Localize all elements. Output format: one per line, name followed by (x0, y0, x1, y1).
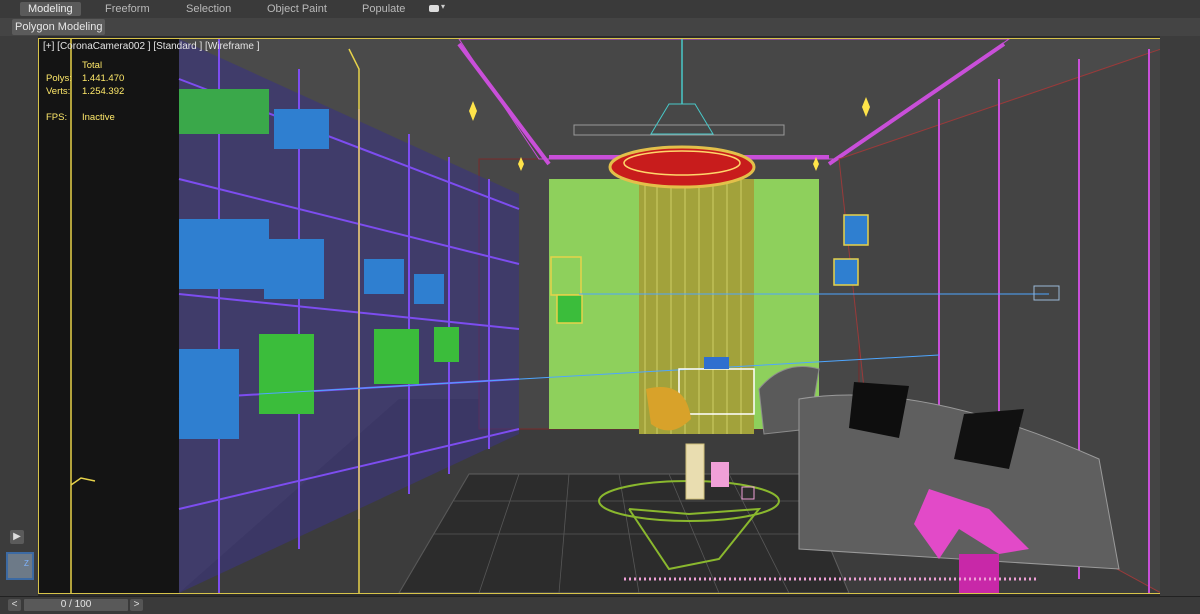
time-prev-button[interactable]: < (8, 599, 21, 611)
play-button[interactable]: ▶ (10, 530, 24, 544)
wireframe-scene (39, 39, 1161, 593)
polys-value: 1.441.470 (82, 73, 125, 84)
left-tool-strip (0, 36, 38, 596)
chevron-down-icon: ▾ (441, 2, 446, 11)
ribbon-options-dropdown[interactable]: ▾ (429, 2, 447, 14)
time-next-button[interactable]: > (130, 599, 143, 611)
fps-label: FPS: (46, 112, 68, 123)
vase (685, 443, 705, 500)
ribbon-panel: Polygon Modeling (0, 18, 1200, 36)
ribbon-options-icon (429, 5, 439, 12)
polys-label: Polys: (46, 73, 72, 84)
tab-populate[interactable]: Populate (354, 2, 413, 16)
tab-selection[interactable]: Selection (178, 2, 239, 16)
axis-z-label: Z (24, 559, 29, 568)
tab-modeling[interactable]: Modeling (20, 2, 81, 16)
fps-value: Inactive (82, 112, 115, 123)
tab-object-paint[interactable]: Object Paint (259, 2, 335, 16)
chandelier-ring (608, 145, 756, 189)
viewport-label[interactable]: [+] [CoronaCamera002 ] [Standard ] [Wire… (43, 41, 259, 52)
tab-polygon-modeling[interactable]: Polygon Modeling (12, 19, 106, 35)
flower-pot (959, 554, 999, 593)
ceiling-spot-left (469, 101, 477, 121)
time-slider[interactable]: 0 / 100 (24, 599, 128, 611)
pink-vase (711, 462, 729, 487)
time-slider-bar: < 0 / 100 > (0, 596, 1200, 614)
sofa-cushion-left (849, 382, 909, 438)
ribbon: Modeling Freeform Selection Object Paint… (0, 0, 1200, 19)
verts-label: Verts: (46, 86, 71, 97)
tab-freeform[interactable]: Freeform (97, 2, 158, 16)
verts-value: 1.254.392 (82, 86, 125, 97)
perspective-viewport[interactable]: [+] [CoronaCamera002 ] [Standard ] [Wire… (38, 38, 1162, 594)
desk-lamp (704, 357, 729, 369)
rug (398, 473, 850, 593)
stats-header: Total (82, 60, 103, 71)
right-side-strip (1160, 36, 1200, 596)
viewcube-gizmo[interactable] (6, 552, 34, 580)
